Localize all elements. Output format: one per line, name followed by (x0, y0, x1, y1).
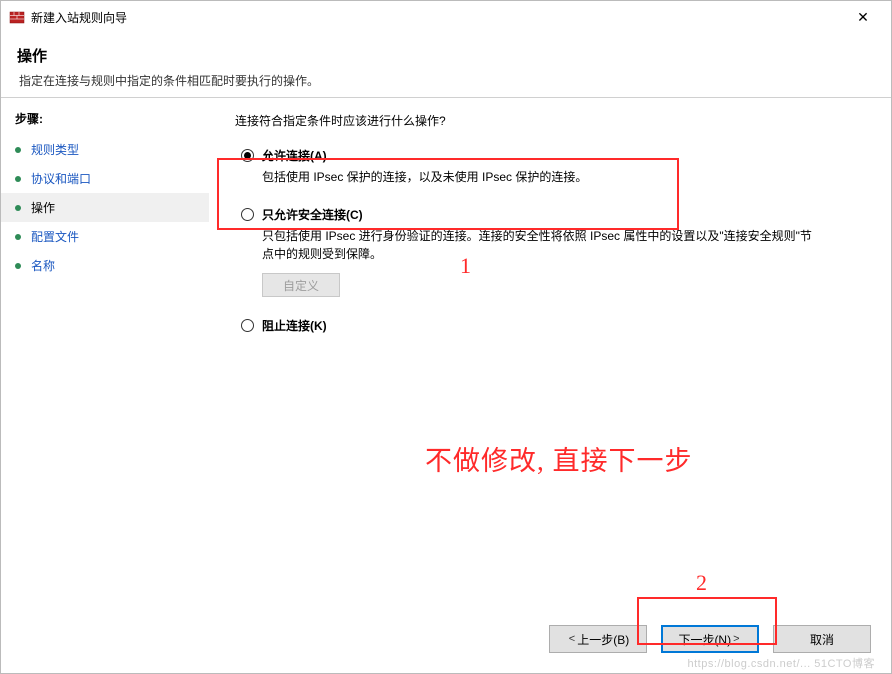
option-label: 只允许安全连接(C) (262, 206, 363, 223)
chevron-right-icon: > (733, 633, 739, 645)
page-subtitle: 指定在连接与规则中指定的条件相匹配时要执行的操作。 (17, 72, 875, 89)
radio-allow-secure[interactable] (241, 208, 254, 221)
option-allow-secure-connection[interactable]: 只允许安全连接(C) 只包括使用 IPsec 进行身份验证的连接。连接的安全性将… (241, 206, 867, 297)
action-question: 连接符合指定条件时应该进行什么操作? (235, 112, 867, 129)
back-button[interactable]: < 上一步(B) (549, 625, 647, 653)
bullet-icon (15, 176, 21, 182)
watermark: https://blog.csdn.net/... 51CTO博客 (688, 655, 876, 671)
next-label: 下一步(N) (678, 631, 731, 648)
page-header: 操作 指定在连接与规则中指定的条件相匹配时要执行的操作。 (1, 33, 891, 98)
wizard-body: 步骤: 规则类型 协议和端口 操作 配置文件 名称 连接符合指定条件时应该进行什… (1, 98, 891, 628)
option-block-connection[interactable]: 阻止连接(K) (241, 317, 867, 334)
step-action[interactable]: 操作 (1, 193, 209, 222)
step-label: 配置文件 (31, 228, 79, 245)
step-label: 规则类型 (31, 141, 79, 158)
step-profile[interactable]: 配置文件 (1, 222, 209, 251)
step-name[interactable]: 名称 (1, 251, 209, 280)
bullet-icon (15, 234, 21, 240)
wizard-content: 连接符合指定条件时应该进行什么操作? 允许连接(A) 包括使用 IPsec 保护… (209, 98, 891, 628)
step-label: 操作 (31, 199, 55, 216)
back-label: 上一步(B) (577, 631, 629, 648)
titlebar: 新建入站规则向导 ✕ (1, 1, 891, 33)
radio-allow[interactable] (241, 149, 254, 162)
radio-block[interactable] (241, 319, 254, 332)
customize-button: 自定义 (262, 273, 340, 297)
step-rule-type[interactable]: 规则类型 (1, 135, 209, 164)
cancel-label: 取消 (810, 631, 834, 648)
step-protocol-port[interactable]: 协议和端口 (1, 164, 209, 193)
cancel-button[interactable]: 取消 (773, 625, 871, 653)
window-title: 新建入站规则向导 (31, 9, 127, 26)
step-label: 协议和端口 (31, 170, 91, 187)
steps-header: 步骤: (1, 106, 209, 135)
firewall-icon (9, 9, 25, 25)
option-label: 阻止连接(K) (262, 317, 327, 334)
bullet-icon (15, 205, 21, 211)
bullet-icon (15, 263, 21, 269)
close-button[interactable]: ✕ (843, 3, 883, 31)
chevron-left-icon: < (569, 633, 575, 645)
bullet-icon (15, 147, 21, 153)
wizard-footer: < 上一步(B) 下一步(N) > 取消 (549, 625, 871, 653)
option-allow-connection[interactable]: 允许连接(A) 包括使用 IPsec 保护的连接，以及未使用 IPsec 保护的… (241, 147, 867, 186)
steps-sidebar: 步骤: 规则类型 协议和端口 操作 配置文件 名称 (1, 98, 209, 628)
option-label: 允许连接(A) (262, 147, 327, 164)
option-desc: 包括使用 IPsec 保护的连接，以及未使用 IPsec 保护的连接。 (262, 168, 822, 186)
next-button[interactable]: 下一步(N) > (661, 625, 759, 653)
page-title: 操作 (17, 45, 875, 66)
option-desc: 只包括使用 IPsec 进行身份验证的连接。连接的安全性将依照 IPsec 属性… (262, 227, 822, 263)
step-label: 名称 (31, 257, 55, 274)
action-options: 允许连接(A) 包括使用 IPsec 保护的连接，以及未使用 IPsec 保护的… (241, 147, 867, 334)
